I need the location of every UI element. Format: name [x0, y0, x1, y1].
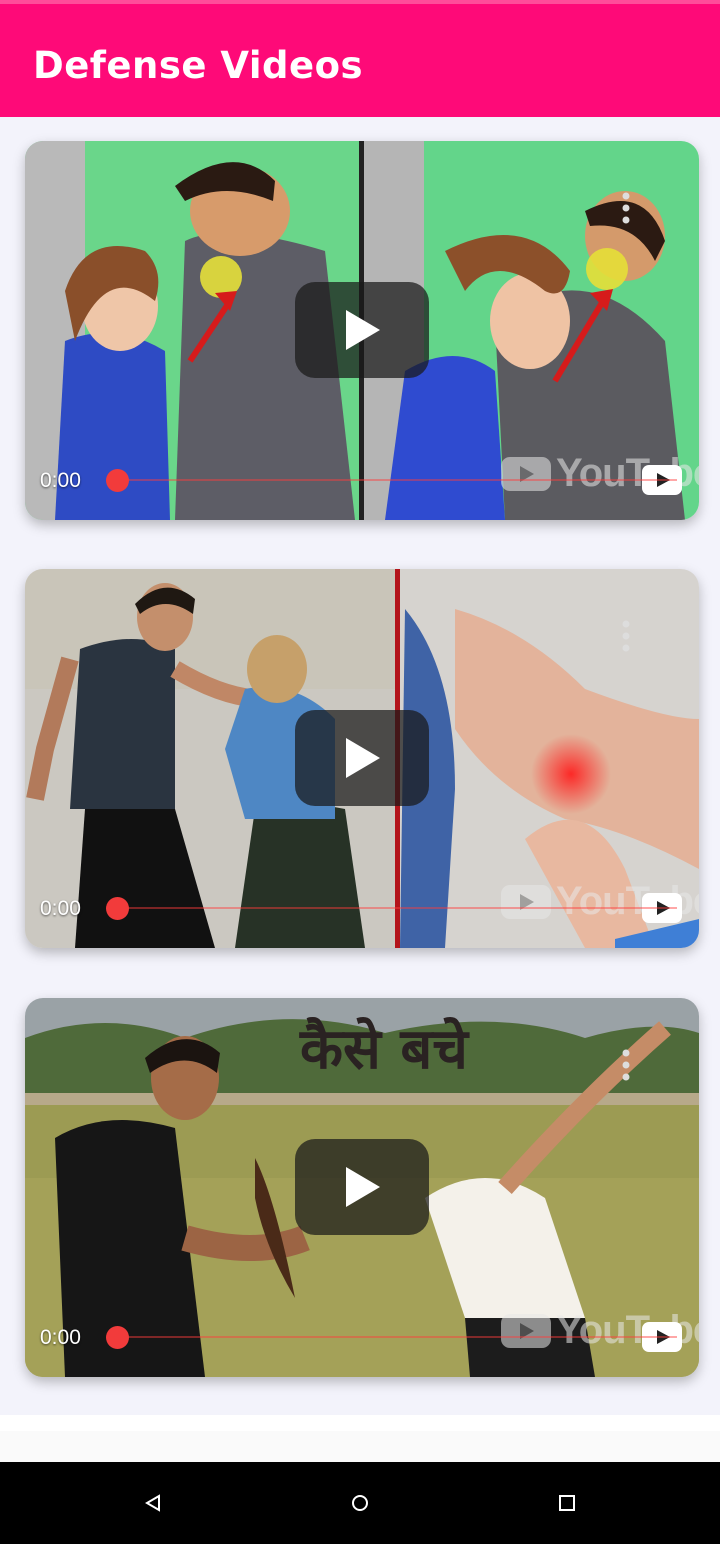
progress-track[interactable]	[117, 907, 677, 909]
back-icon[interactable]	[138, 1488, 168, 1518]
seek-knob[interactable]	[106, 897, 129, 920]
more-vert-icon[interactable]	[619, 619, 633, 653]
time-label: 0:00	[40, 1326, 81, 1349]
play-icon	[346, 310, 380, 350]
page-title: Defense Videos	[33, 44, 364, 87]
play-button[interactable]	[295, 1139, 429, 1235]
video-card[interactable]: YouTube 0:00	[25, 569, 699, 948]
youtube-link-icon[interactable]	[642, 465, 682, 500]
seek-knob[interactable]	[106, 469, 129, 492]
play-icon	[346, 738, 380, 778]
thumbnail-title: कैसे बचे	[299, 1016, 470, 1082]
youtube-logo-icon	[501, 884, 551, 919]
video-list[interactable]: YouTube 0:00 YouTube 0:00 कैसे बचे YouTu…	[0, 117, 720, 1415]
more-vert-icon[interactable]	[619, 1048, 633, 1082]
more-vert-icon[interactable]	[619, 191, 633, 225]
play-button[interactable]	[295, 710, 429, 806]
bottom-strip	[0, 1431, 720, 1462]
app-bar: Defense Videos	[0, 0, 720, 117]
youtube-link-icon[interactable]	[642, 1322, 682, 1357]
progress-track[interactable]	[117, 479, 677, 481]
youtube-logo-icon	[501, 456, 551, 491]
play-button[interactable]	[295, 282, 429, 378]
youtube-link-icon[interactable]	[642, 893, 682, 928]
video-card[interactable]: YouTube 0:00	[25, 141, 699, 520]
list-bottom-spacer	[0, 1415, 720, 1431]
progress-track[interactable]	[117, 1336, 677, 1338]
play-icon	[346, 1167, 380, 1207]
time-label: 0:00	[40, 469, 81, 492]
time-label: 0:00	[40, 897, 81, 920]
seek-knob[interactable]	[106, 1326, 129, 1349]
home-icon[interactable]	[345, 1488, 375, 1518]
system-nav-bar	[0, 1462, 720, 1544]
video-card[interactable]: कैसे बचे YouTube 0:00	[25, 998, 699, 1377]
youtube-logo-icon	[501, 1313, 551, 1348]
recents-icon[interactable]	[552, 1488, 582, 1518]
